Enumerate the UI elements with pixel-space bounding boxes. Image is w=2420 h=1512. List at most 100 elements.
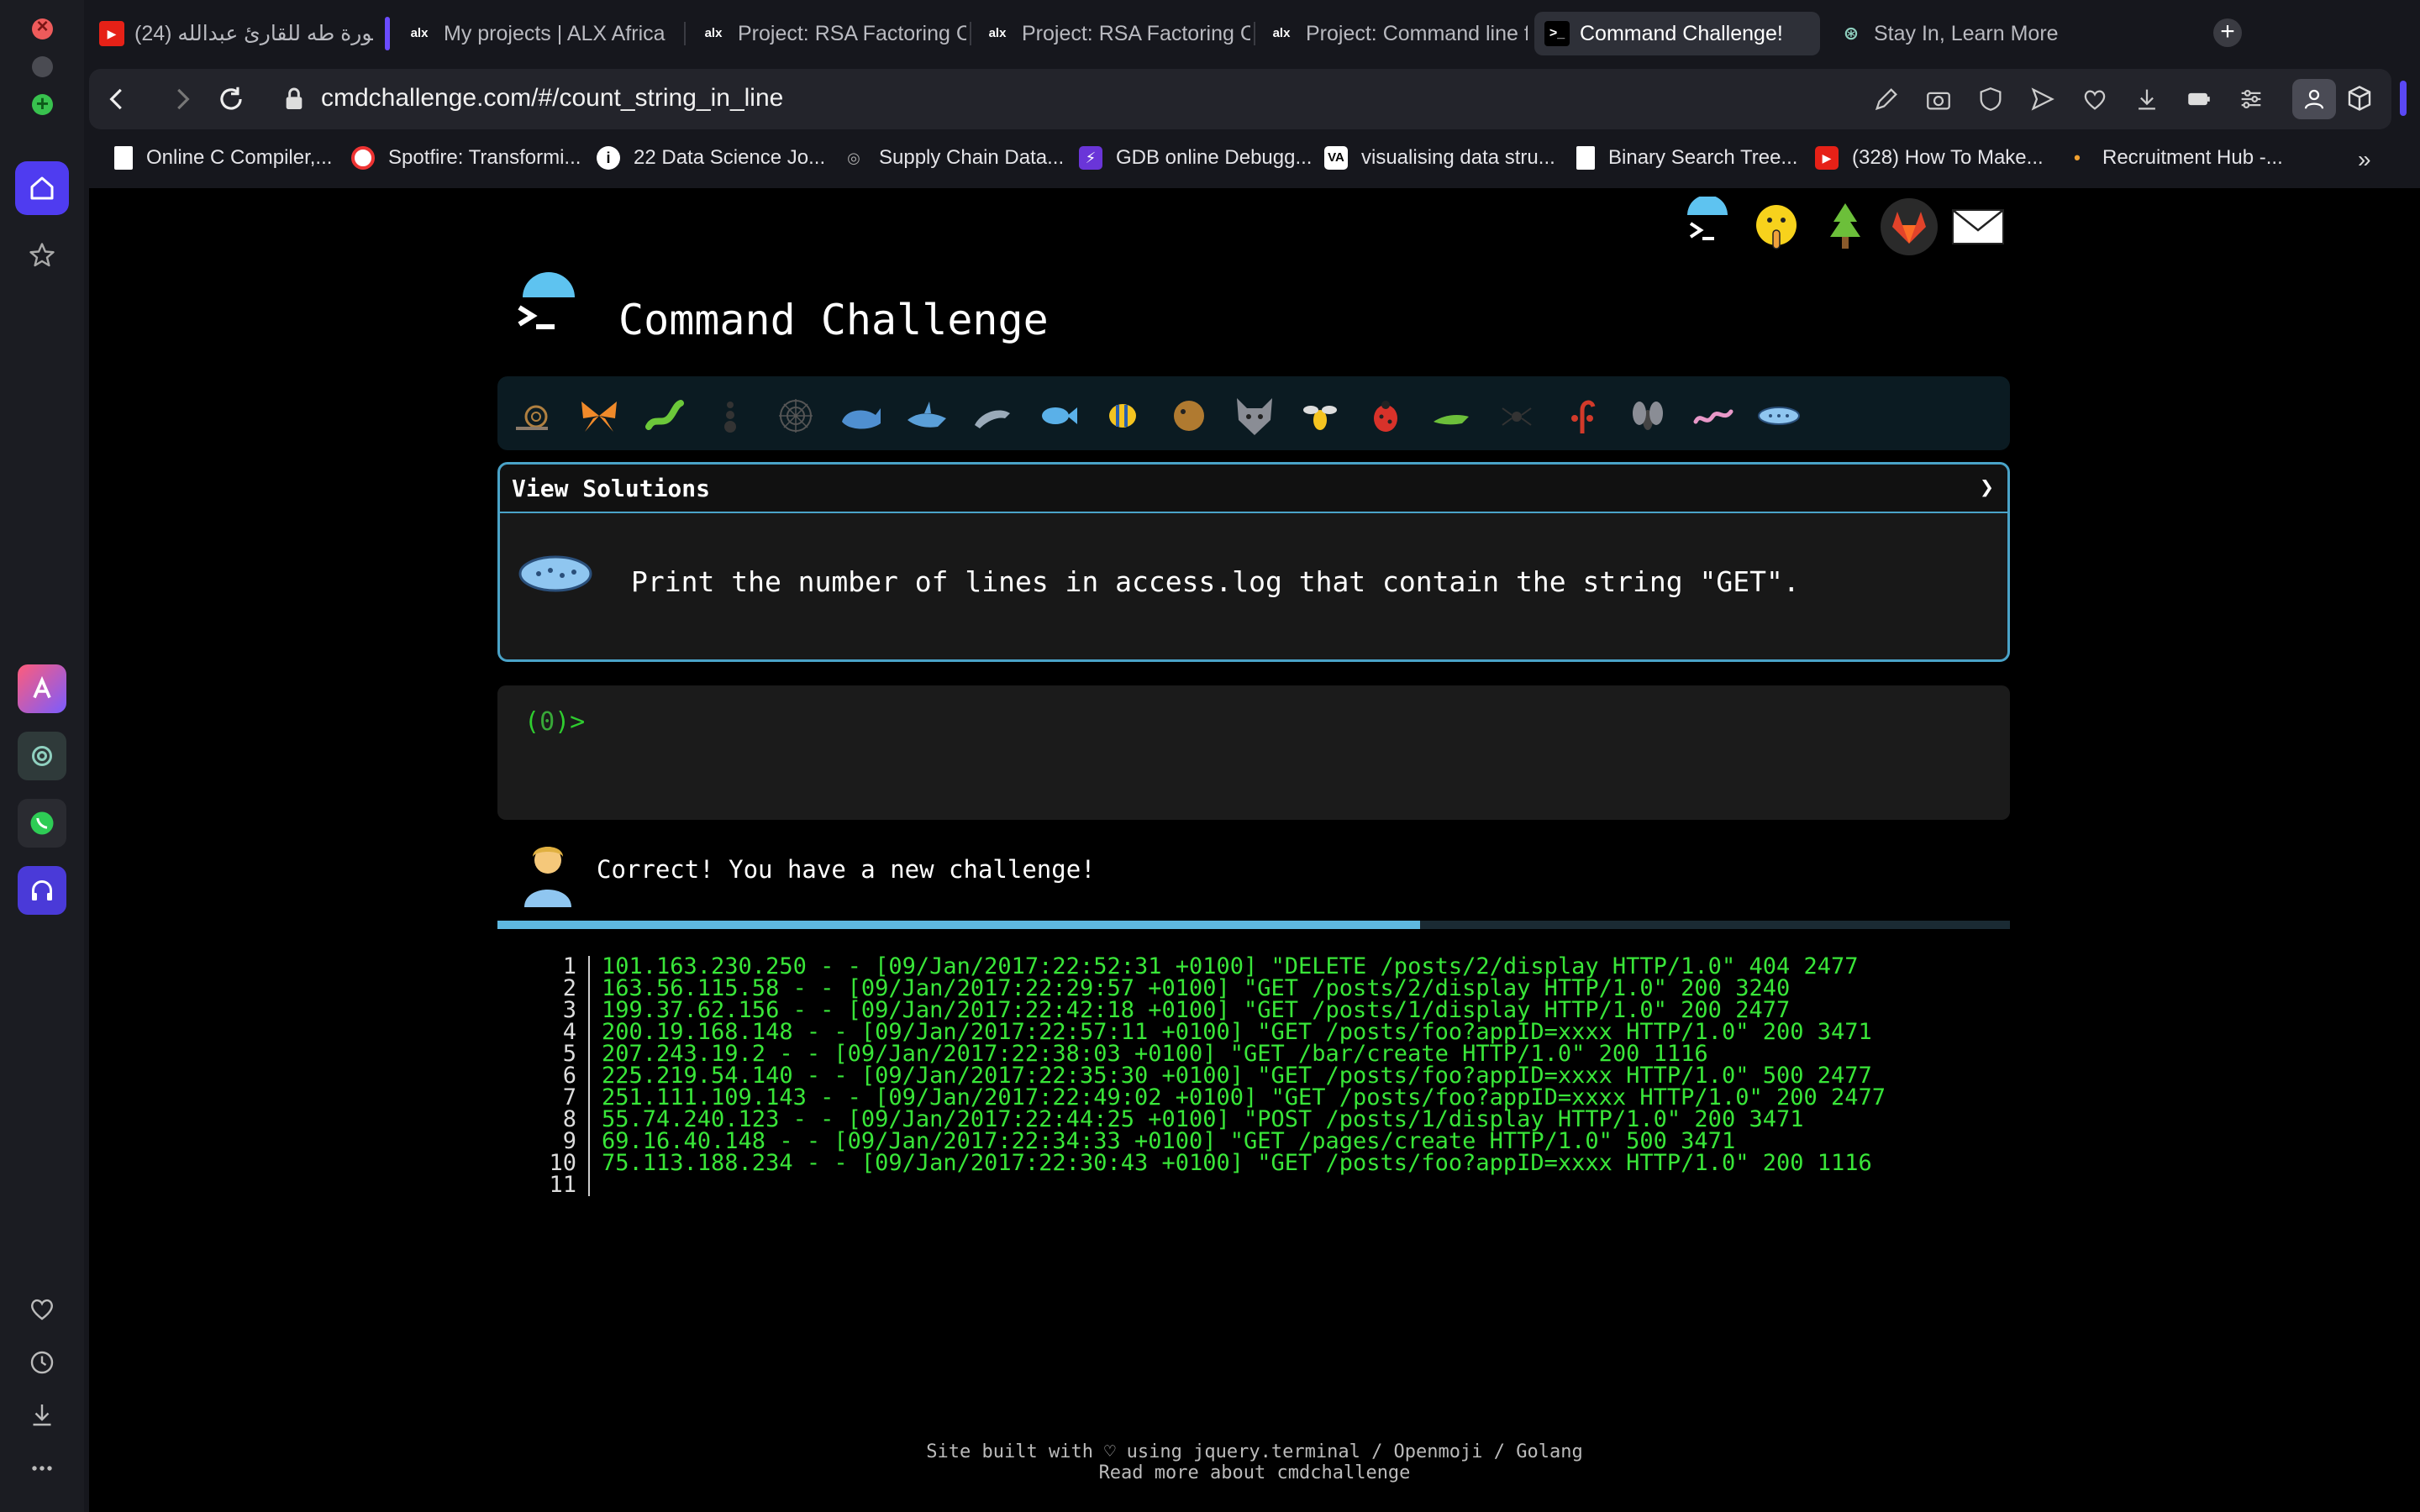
history-button[interactable]: [15, 1336, 69, 1389]
profile-button[interactable]: [2292, 79, 2336, 119]
maximize-window-button[interactable]: [32, 91, 53, 117]
reload-icon[interactable]: [215, 83, 247, 115]
downloads-button[interactable]: [15, 1388, 69, 1441]
view-solutions-toggle[interactable]: View Solutions ❯: [500, 465, 2007, 513]
battery-icon[interactable]: [2185, 85, 2213, 113]
forward-icon[interactable]: [166, 83, 198, 115]
whale-icon[interactable]: [839, 393, 884, 438]
tab-command-challenge[interactable]: >_ Command Challenge!: [1534, 12, 1820, 55]
doc-icon: [1576, 146, 1595, 170]
cricket-icon[interactable]: [1428, 393, 1474, 438]
tab-label: Command Challenge!: [1580, 21, 1783, 45]
challenge-progress-bar: [497, 376, 2010, 450]
tab-label: Stay In, Learn More: [1874, 21, 2059, 45]
bookmark-label: Recruitment Hub -...: [2102, 146, 2283, 169]
terminal-input[interactable]: (0)>: [497, 685, 2010, 820]
bookmark-item[interactable]: ⚡ GDB online Debugg...: [1079, 141, 1312, 175]
bookmark-label: Online C Compiler,...: [146, 146, 333, 169]
tab-youtube[interactable]: ▶ (24) سورة طه للقارئ عبدالله: [89, 12, 373, 55]
mail-icon[interactable]: [1948, 197, 2008, 257]
camera-icon[interactable]: [1924, 85, 1953, 113]
terminal-icon: >_: [1544, 21, 1570, 46]
close-window-button[interactable]: [32, 15, 53, 39]
shark-icon[interactable]: [904, 393, 950, 438]
bookmark-label: GDB online Debugg...: [1116, 146, 1313, 169]
bookmark-item[interactable]: Binary Search Tree...: [1576, 141, 1797, 175]
tab-alx-projects[interactable]: alx My projects | ALX Africa: [395, 12, 681, 55]
dot-icon: •: [2074, 147, 2081, 168]
url-field[interactable]: cmdchallenge.com/#/count_string_in_line: [321, 84, 783, 113]
speed-dial-button[interactable]: [15, 228, 69, 282]
home-icon: [30, 176, 54, 200]
scorpion-icon[interactable]: [1560, 393, 1605, 438]
bookmark-item[interactable]: • Recruitment Hub -...: [2065, 141, 2283, 175]
bookmark-item[interactable]: ▶ (328) How To Make...: [1815, 141, 2044, 175]
send-icon[interactable]: [2028, 85, 2057, 113]
tab-rsa-2[interactable]: alx Project: RSA Factoring C: [973, 12, 1250, 55]
bookmark-item[interactable]: i 22 Data Science Jo...: [597, 141, 825, 175]
tab-label: Project: RSA Factoring C: [1022, 21, 1250, 45]
bee-icon[interactable]: [1297, 393, 1343, 438]
heart-icon[interactable]: [2081, 85, 2109, 113]
tab-stay-in[interactable]: ⊛ Stay In, Learn More: [1828, 12, 2081, 55]
download-icon: [33, 1404, 51, 1426]
bookmark-item[interactable]: VA visualising data stru...: [1324, 141, 1555, 175]
snail-icon[interactable]: [511, 393, 556, 438]
prompt-close: )>: [555, 707, 586, 737]
bookmark-item[interactable]: Online C Compiler,...: [114, 141, 332, 175]
openai-icon: ⊛: [1843, 23, 1860, 44]
chevron-right-icon: ❯: [1980, 473, 1994, 501]
tropical-fish-icon[interactable]: [1101, 393, 1146, 438]
shushing-face-icon[interactable]: [1746, 197, 1807, 257]
page-content: Command Challenge View Solutions ❯ Print…: [89, 188, 2420, 1512]
butterfly-icon[interactable]: [576, 393, 622, 438]
fly-icon[interactable]: [1625, 393, 1670, 438]
home-button[interactable]: [15, 161, 69, 215]
minimize-window-button[interactable]: [32, 56, 53, 77]
extensions-cube-icon[interactable]: [2344, 83, 2375, 113]
footer-about-link[interactable]: Read more about cmdchallenge: [89, 1462, 2420, 1483]
download-icon[interactable]: [2133, 85, 2161, 113]
aria-app-button[interactable]: [18, 664, 66, 713]
settings-sliders-icon[interactable]: [2237, 85, 2265, 113]
chatgpt-app-button[interactable]: [18, 732, 66, 780]
new-tab-button[interactable]: +: [2213, 18, 2242, 47]
worm-icon[interactable]: [1691, 393, 1736, 438]
lock-icon[interactable]: [282, 86, 306, 113]
youtube-icon: ▶: [99, 21, 124, 46]
tab-rsa-1[interactable]: alx Project: RSA Factoring C: [689, 12, 966, 55]
blowfish-icon[interactable]: [1166, 393, 1212, 438]
gitlab-icon[interactable]: [1879, 197, 1939, 257]
ladybug-icon[interactable]: [1363, 393, 1408, 438]
tab-command-line-project[interactable]: alx Project: Command line fo: [1257, 12, 1528, 55]
spider-icon[interactable]: [1494, 393, 1539, 438]
ant-icon[interactable]: [708, 393, 753, 438]
fish-icon[interactable]: [1035, 393, 1081, 438]
shield-icon[interactable]: [1976, 85, 2005, 113]
spotfire-icon: [351, 146, 375, 170]
bookmark-item[interactable]: ◎ Supply Chain Data...: [842, 141, 1064, 175]
page-title: Command Challenge: [618, 296, 1049, 344]
spider-web-icon[interactable]: [773, 393, 818, 438]
bookmarks-overflow-icon[interactable]: »: [2358, 146, 2371, 173]
back-icon[interactable]: [101, 83, 133, 115]
tab-divider: [970, 22, 971, 45]
bookmark-label: (328) How To Make...: [1852, 146, 2044, 169]
tree-icon[interactable]: [1815, 197, 1876, 257]
caterpillar-icon[interactable]: [642, 393, 687, 438]
pinboards-button[interactable]: [15, 1282, 69, 1336]
terminal-logo-icon[interactable]: [1677, 197, 1738, 257]
sidebar-toggle[interactable]: [2400, 81, 2407, 116]
edit-icon[interactable]: [1872, 85, 1901, 113]
wolf-icon[interactable]: [1232, 393, 1277, 438]
whatsapp-app-button[interactable]: [18, 799, 66, 848]
microbe-icon[interactable]: [1756, 393, 1802, 438]
bookmark-item[interactable]: Spotfire: Transformi...: [351, 141, 581, 175]
dolphin-icon[interactable]: [970, 393, 1015, 438]
va-icon: VA: [1324, 146, 1348, 170]
ellipsis-icon: [32, 1466, 52, 1471]
headphones-icon: [32, 880, 52, 900]
music-app-button[interactable]: [18, 866, 66, 915]
bookmark-label: Spotfire: Transformi...: [388, 146, 581, 169]
more-button[interactable]: [15, 1441, 69, 1495]
